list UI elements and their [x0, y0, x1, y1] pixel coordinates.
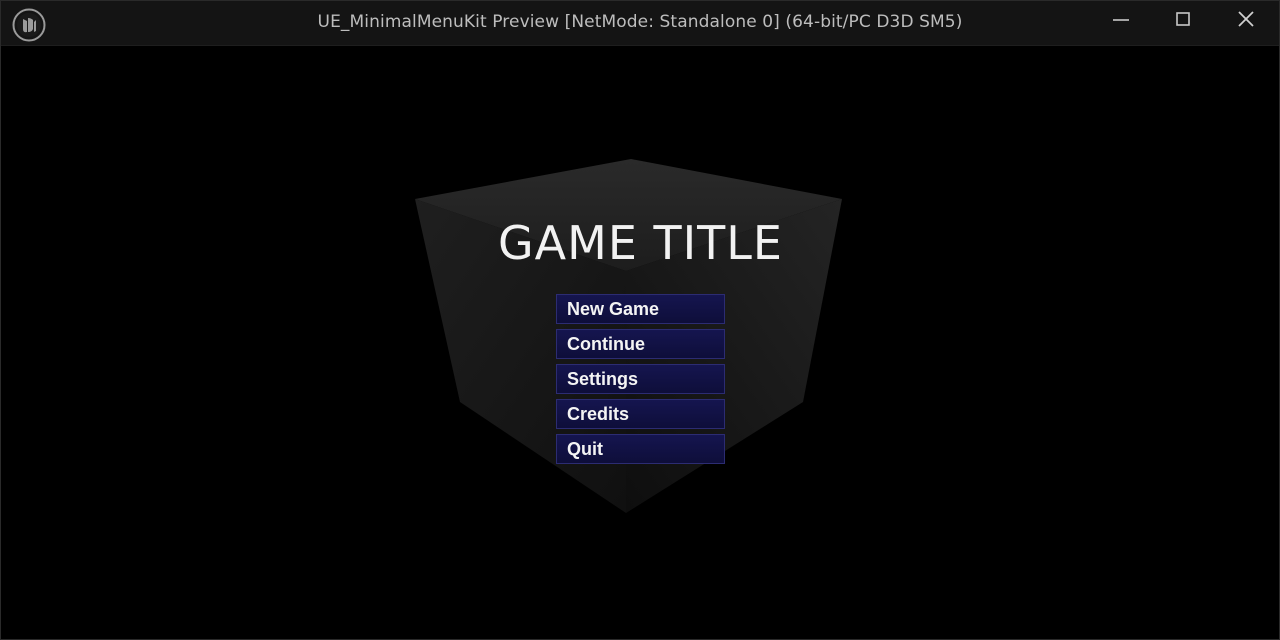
maximize-icon — [1176, 12, 1190, 26]
close-icon — [1238, 11, 1254, 27]
credits-button[interactable]: Credits — [556, 399, 725, 429]
window-title: UE_MinimalMenuKit Preview [NetMode: Stan… — [317, 12, 963, 32]
main-menu: New Game Continue Settings Credits Quit — [556, 294, 725, 469]
game-title: GAME TITLE — [498, 216, 783, 270]
title-bar[interactable]: UE_MinimalMenuKit Preview [NetMode: Stan… — [1, 1, 1279, 46]
minimize-icon — [1113, 19, 1129, 21]
maximize-button[interactable] — [1163, 5, 1203, 35]
continue-button[interactable]: Continue — [556, 329, 725, 359]
quit-button[interactable]: Quit — [556, 434, 725, 464]
settings-button[interactable]: Settings — [556, 364, 725, 394]
game-viewport[interactable]: GAME TITLE New Game Continue Settings Cr… — [5, 46, 1276, 636]
minimize-button[interactable] — [1101, 5, 1141, 35]
new-game-button[interactable]: New Game — [556, 294, 725, 324]
close-button[interactable] — [1226, 5, 1266, 35]
application-window: UE_MinimalMenuKit Preview [NetMode: Stan… — [0, 0, 1280, 640]
